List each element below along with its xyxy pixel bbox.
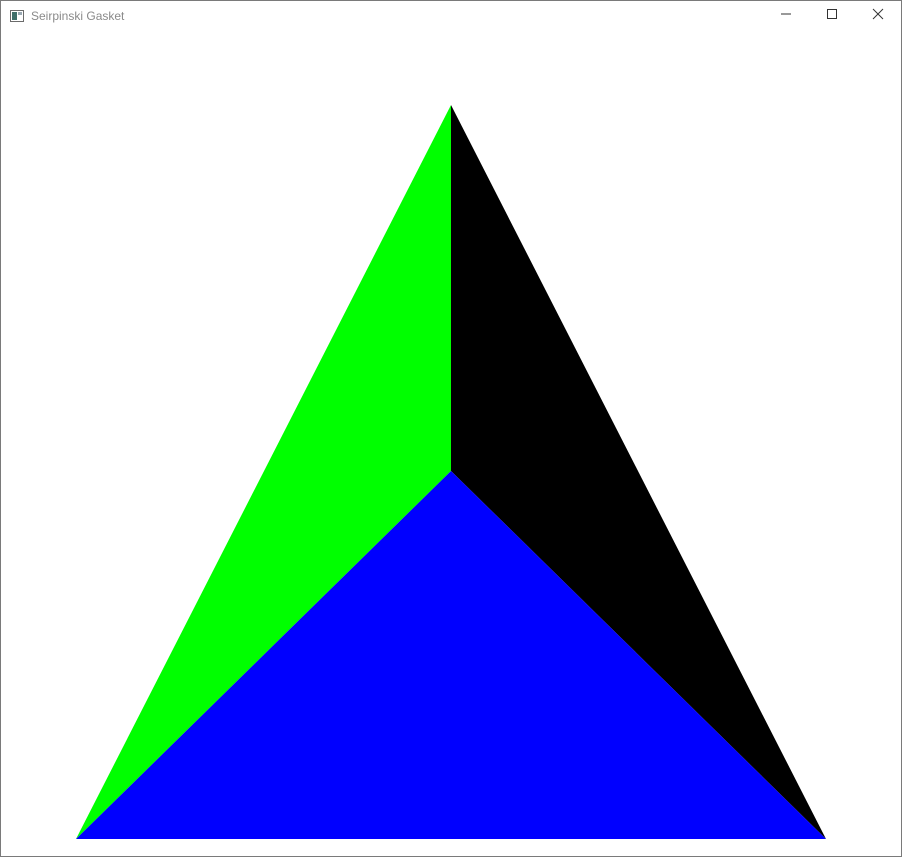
- app-window: Seirpinski Gasket: [0, 0, 902, 857]
- maximize-icon: [826, 7, 838, 25]
- minimize-icon: [780, 7, 792, 25]
- gasket-drawing: [76, 105, 826, 839]
- render-canvas[interactable]: [1, 31, 901, 856]
- maximize-button[interactable]: [809, 1, 855, 31]
- close-button[interactable]: [855, 1, 901, 31]
- app-window-icon: [10, 9, 24, 22]
- minimize-button[interactable]: [763, 1, 809, 31]
- window-title: Seirpinski Gasket: [31, 9, 125, 23]
- title-bar[interactable]: Seirpinski Gasket: [1, 1, 901, 31]
- window-controls: [763, 1, 901, 31]
- close-icon: [872, 7, 884, 25]
